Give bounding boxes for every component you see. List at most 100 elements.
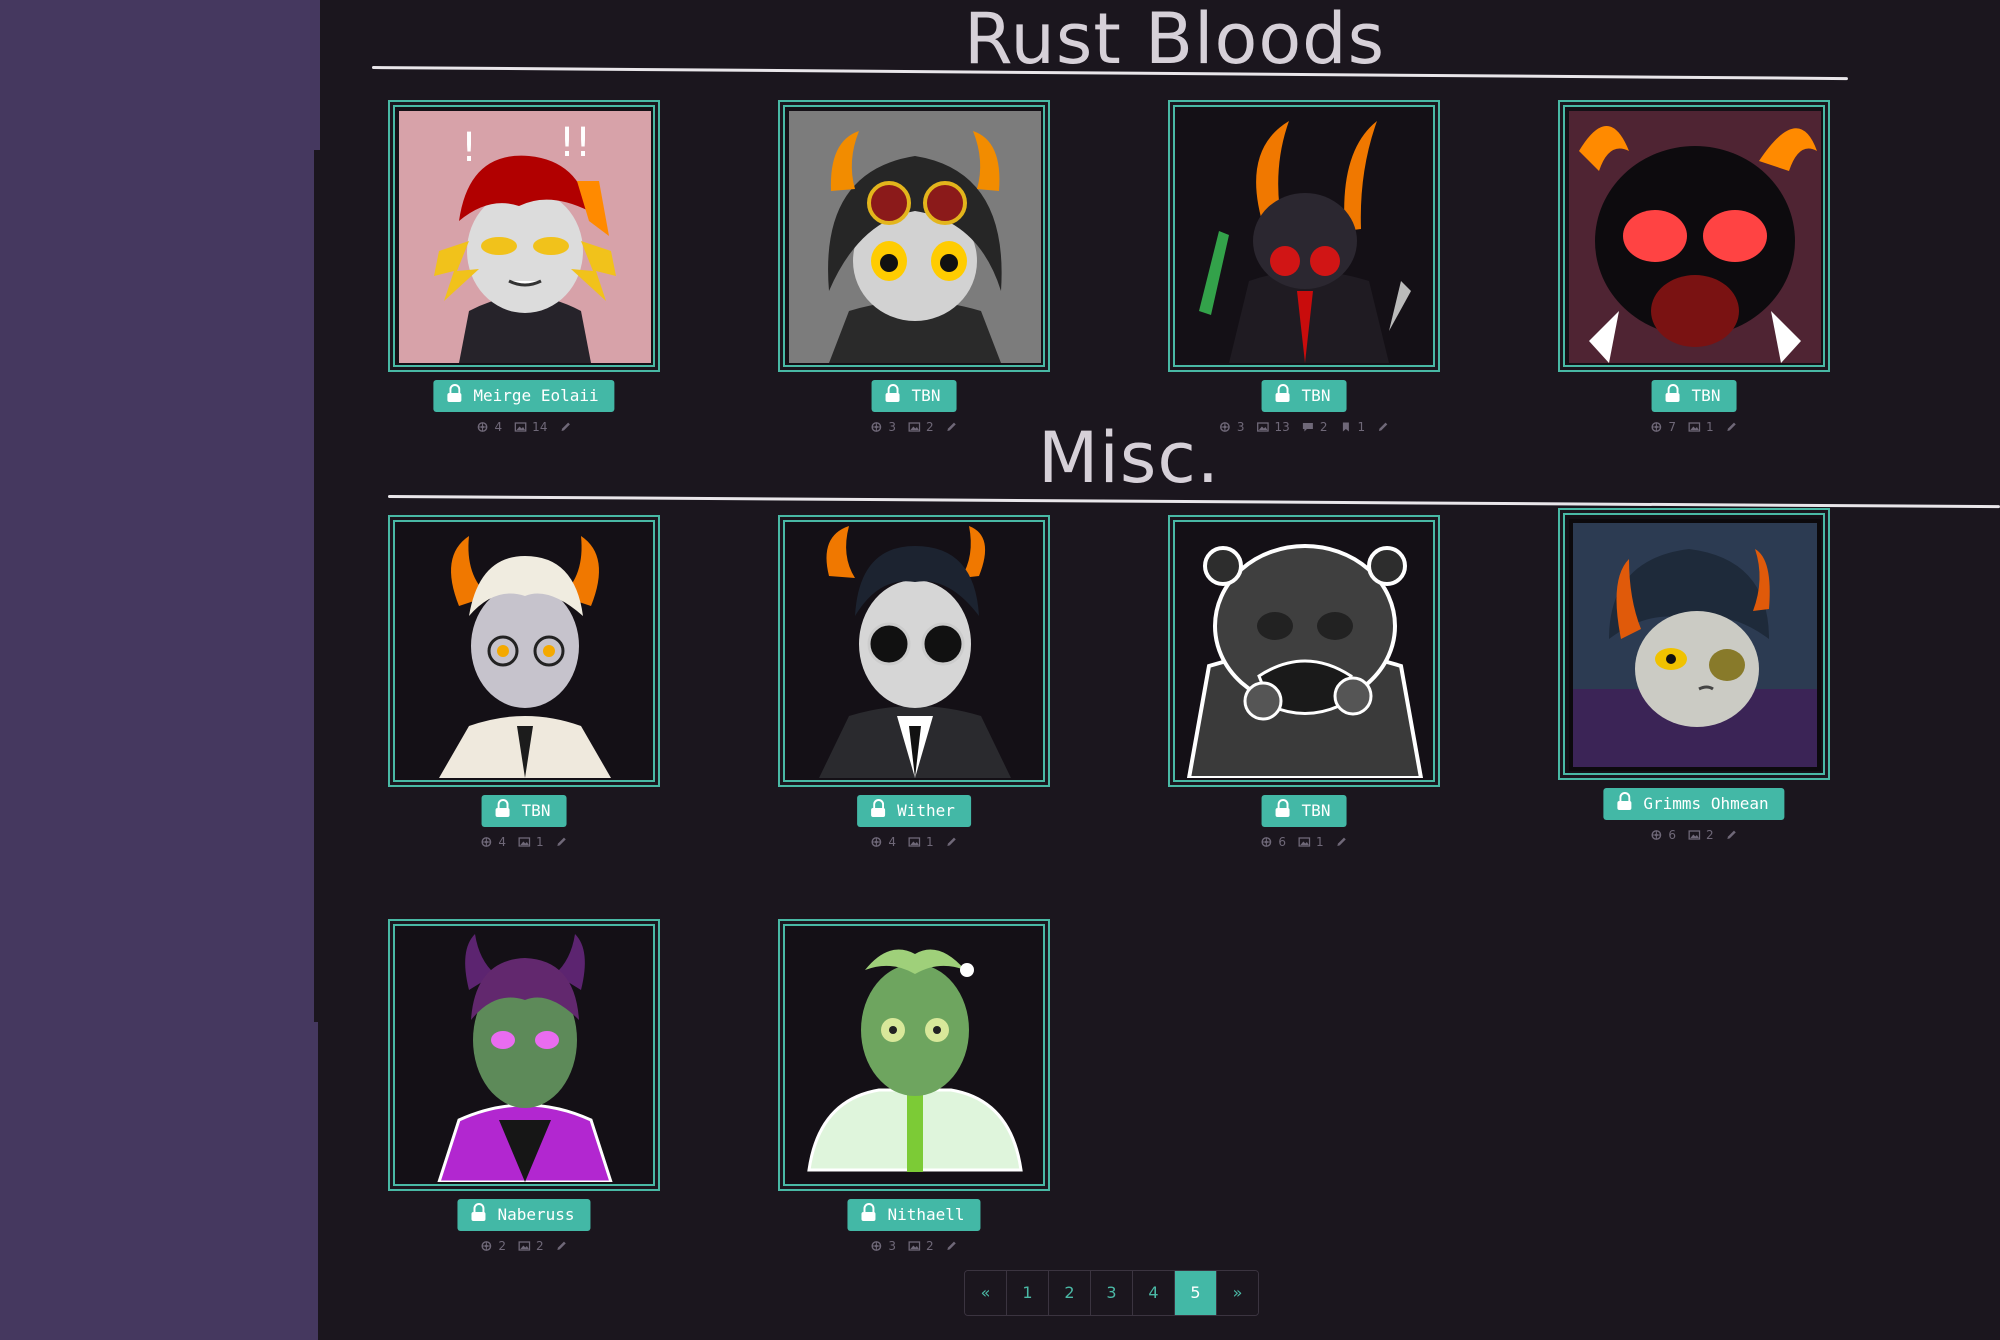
image-icon [908, 1241, 920, 1251]
stat-value: 1 [536, 835, 544, 849]
character-portrait[interactable] [399, 526, 651, 778]
unlock-icon [471, 1203, 486, 1221]
fan-icon [1650, 422, 1662, 432]
stat-pencil[interactable] [559, 422, 571, 432]
stat-value: 2 [926, 420, 934, 434]
character-thumbnail-frame[interactable] [1558, 100, 1830, 372]
character-name-button[interactable]: Grimms Ohmean [1603, 788, 1785, 820]
stat-pencil[interactable] [1726, 830, 1738, 840]
stat-pencil[interactable] [556, 837, 568, 847]
character-name-button[interactable]: Wither [857, 795, 971, 827]
stat-value: 13 [1274, 420, 1290, 434]
unlock-icon [885, 384, 900, 402]
stat-fan: 7 [1650, 420, 1676, 434]
character-thumbnail-frame[interactable]: ! !! [388, 100, 660, 372]
character-name: Meirge Eolaii [473, 386, 599, 405]
character-name: TBN [1691, 386, 1721, 405]
character-portrait[interactable] [789, 930, 1041, 1182]
stat-value: 1 [926, 835, 934, 849]
image-icon [1298, 837, 1310, 847]
character-name-button[interactable]: Naberuss [457, 1199, 591, 1231]
pencil-icon [556, 1241, 568, 1251]
image-icon [518, 837, 530, 847]
character-thumbnail-frame[interactable] [778, 515, 1050, 787]
stat-pencil[interactable] [946, 837, 958, 847]
character-name: Naberuss [497, 1205, 575, 1224]
character-name-button[interactable]: TBN [1261, 795, 1347, 827]
pencil-icon [946, 837, 958, 847]
stat-value: 3 [888, 420, 896, 434]
pagination-page-4[interactable]: 4 [1133, 1271, 1175, 1315]
unlock-icon [495, 799, 510, 817]
character-thumbnail-frame[interactable] [388, 919, 660, 1191]
stat-image: 1 [1298, 835, 1324, 849]
fan-icon [480, 1241, 492, 1251]
unlock-icon [861, 1203, 876, 1221]
character-portrait[interactable] [789, 526, 1041, 778]
stat-fan: 3 [870, 1239, 896, 1253]
bookmark-icon [1339, 422, 1351, 432]
stat-pencil[interactable] [1377, 422, 1389, 432]
pencil-icon [1377, 422, 1389, 432]
character-portrait[interactable]: ! !! [399, 111, 651, 363]
section-title-rust-bloods: Rust Bloods [964, 0, 1386, 80]
character-stats: 62 [1650, 828, 1737, 842]
character-name: TBN [521, 801, 551, 820]
character-thumbnail-frame[interactable] [1168, 515, 1440, 787]
character-thumbnail-frame[interactable] [1558, 508, 1830, 780]
stat-value: 3 [1236, 420, 1245, 434]
character-thumbnail-frame[interactable] [778, 100, 1050, 372]
image-icon [1256, 422, 1269, 432]
image-icon [518, 1241, 530, 1251]
character-name-button[interactable]: TBN [1261, 380, 1347, 412]
unlock-icon [1665, 384, 1680, 402]
character-portrait[interactable] [1179, 526, 1431, 778]
pagination-prev[interactable]: « [965, 1271, 1007, 1315]
pagination-next[interactable]: » [1217, 1271, 1258, 1315]
stat-fan: 3 [1219, 420, 1245, 434]
stat-value: 4 [494, 420, 503, 434]
fan-icon [1219, 422, 1231, 432]
stat-pencil[interactable] [946, 1241, 958, 1251]
stat-pencil[interactable] [556, 1241, 568, 1251]
stat-fan: 4 [870, 835, 896, 849]
character-thumbnail-frame[interactable] [388, 515, 660, 787]
image-icon [908, 422, 920, 432]
character-name: Nithaell [887, 1205, 965, 1224]
fan-icon [480, 837, 492, 847]
stat-value: 1 [1706, 420, 1714, 434]
character-thumbnail-frame[interactable] [1168, 100, 1440, 372]
image-icon [1688, 422, 1700, 432]
image-icon [514, 422, 527, 432]
unlock-icon [1275, 799, 1290, 817]
stat-image: 13 [1256, 420, 1290, 434]
character-thumbnail-frame[interactable] [778, 919, 1050, 1191]
pagination-page-2[interactable]: 2 [1049, 1271, 1091, 1315]
character-stats: 41 [870, 835, 957, 849]
fan-icon [1260, 837, 1272, 847]
pagination-page-1[interactable]: 1 [1007, 1271, 1049, 1315]
character-portrait[interactable] [789, 111, 1041, 363]
stat-pencil[interactable] [1336, 837, 1348, 847]
character-name-button[interactable]: Meirge Eolaii [433, 380, 615, 412]
character-portrait[interactable] [1569, 519, 1821, 771]
comment-icon [1302, 422, 1314, 432]
character-name-button[interactable]: TBN [481, 795, 567, 827]
character-portrait[interactable] [1179, 111, 1431, 363]
stat-image: 2 [908, 1239, 934, 1253]
stat-value: 2 [1706, 828, 1714, 842]
pagination-page-5[interactable]: 5 [1175, 1271, 1217, 1315]
character-name-button[interactable]: TBN [1651, 380, 1737, 412]
stat-fan: 6 [1650, 828, 1676, 842]
character-name-button[interactable]: Nithaell [847, 1199, 981, 1231]
character-portrait[interactable] [399, 930, 651, 1182]
pencil-icon [1726, 422, 1738, 432]
character-portrait[interactable] [1569, 111, 1821, 363]
image-icon [908, 837, 920, 847]
stat-value: 6 [1278, 835, 1286, 849]
pencil-icon [559, 422, 571, 432]
stat-pencil[interactable] [946, 422, 958, 432]
character-name-button[interactable]: TBN [871, 380, 957, 412]
pagination-page-3[interactable]: 3 [1091, 1271, 1133, 1315]
stat-pencil[interactable] [1726, 422, 1738, 432]
